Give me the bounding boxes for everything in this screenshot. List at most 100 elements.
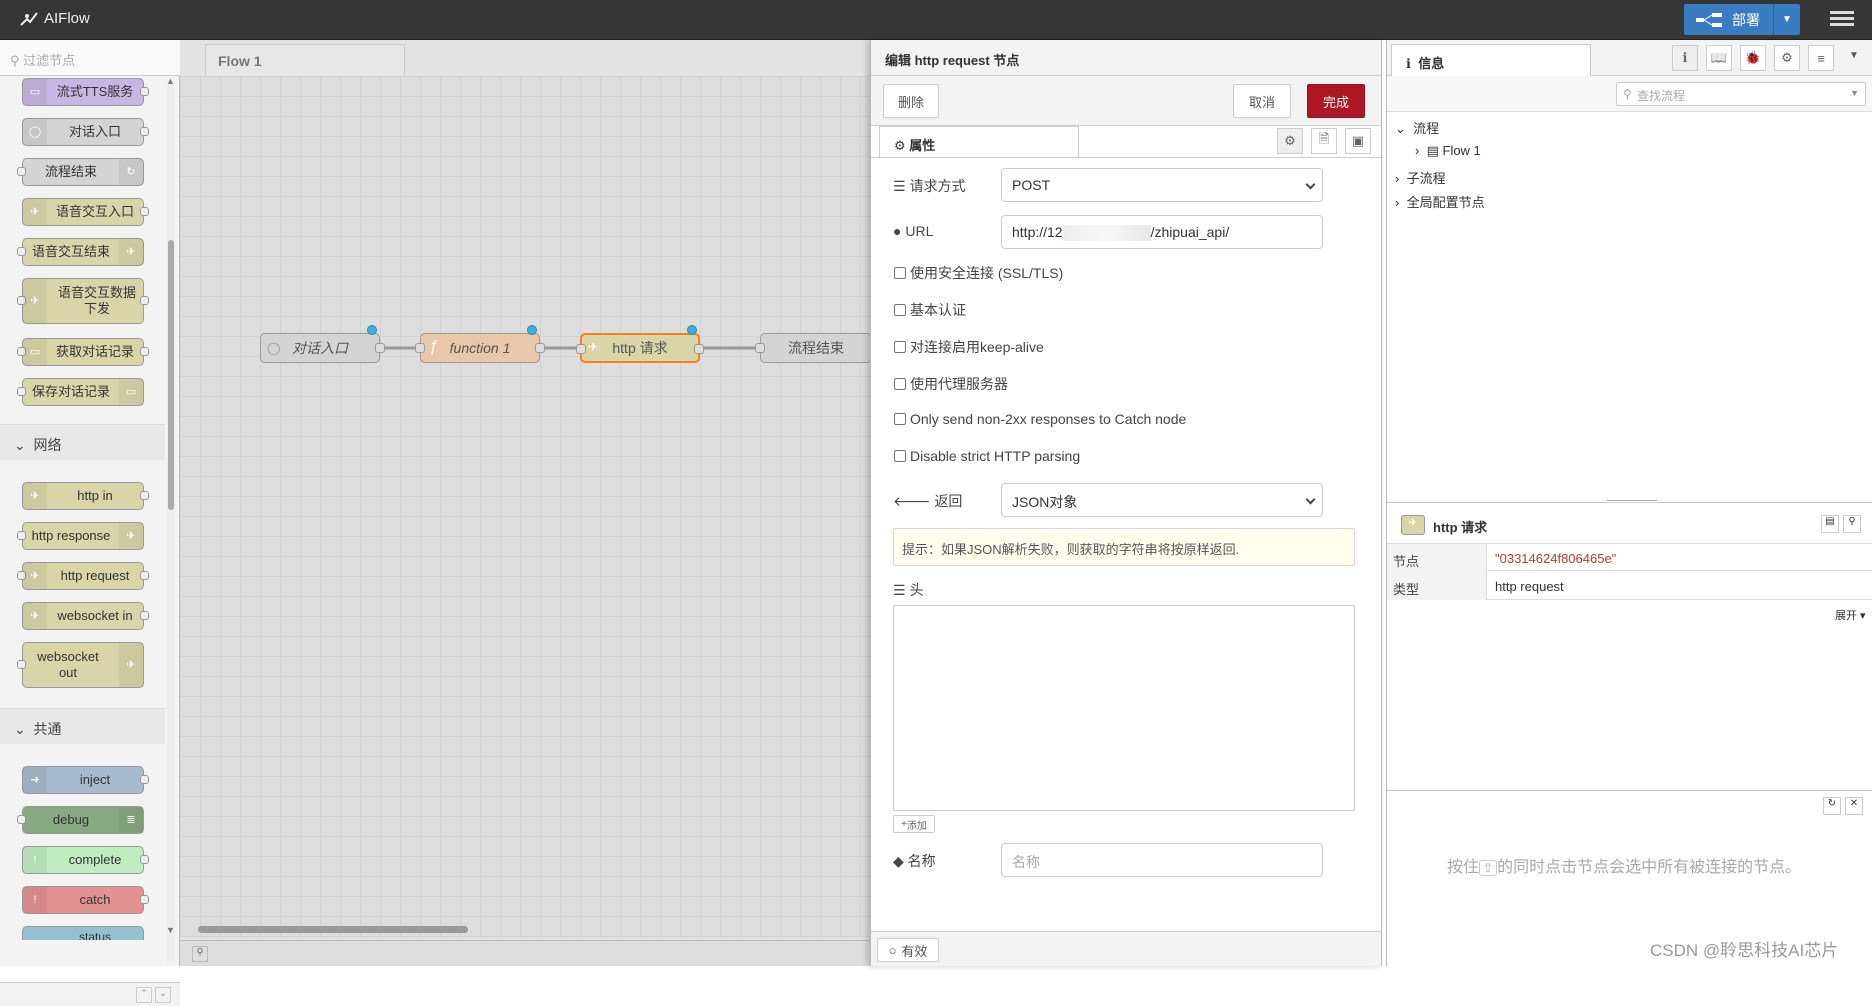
workspace-footer: ⚲ — [180, 940, 870, 966]
web-icon: ✈ — [119, 239, 143, 265]
checkbox-strict-parsing[interactable]: Disable strict HTTP parsing — [894, 448, 1080, 464]
web-icon: ✈ — [23, 199, 47, 225]
select-value: POST — [1012, 177, 1051, 193]
checkbox-tls[interactable]: 使用安全连接 (SSL/TLS) — [894, 263, 1063, 283]
flow-canvas[interactable]: ◯ 对话入口 ƒ function 1 ✈ http 请求 流程结束 — [180, 76, 872, 938]
palette-node-websocket-out[interactable]: websocket out ✈ — [17, 642, 144, 688]
done-button[interactable]: 完成 — [1307, 84, 1365, 118]
flow-node-http-request[interactable]: ✈ http 请求 — [576, 333, 704, 363]
context-data-icon[interactable]: ≡ — [1808, 45, 1834, 71]
return-select[interactable]: JSON对象 — [1001, 483, 1323, 517]
chevron-down-icon — [1305, 494, 1316, 505]
url-input[interactable]: http://12/zhipuai_api/ — [1001, 215, 1323, 249]
checkbox-keep-alive[interactable]: 对连接启用keep-alive — [894, 337, 1044, 357]
palette-node-label: websocket out — [37, 649, 99, 680]
delete-button[interactable]: 删除 — [883, 84, 939, 118]
flow-node-function-1[interactable]: ƒ function 1 — [415, 333, 545, 363]
tab-flow-1[interactable]: Flow 1 — [205, 44, 405, 76]
link-label: 展开 — [1835, 610, 1857, 622]
palette-node-websocket-in[interactable]: ✈ websocket in — [22, 602, 149, 630]
expand-link[interactable]: 展开 ▾ — [1835, 607, 1866, 623]
flow-node-flow-end[interactable]: 流程结束 — [755, 333, 872, 363]
label-text: 头 — [909, 582, 924, 598]
checkbox-proxy[interactable]: 使用代理服务器 — [894, 374, 1008, 394]
refresh-icon[interactable]: ↻ — [1823, 797, 1841, 815]
row-value: "03314624f806465e" — [1495, 551, 1617, 566]
circle-icon: ○ — [888, 942, 897, 958]
tree-flow-1[interactable]: › ▤ Flow 1 — [1415, 143, 1481, 159]
palette-node-complete[interactable]: ! complete — [22, 846, 149, 874]
palette-node-catch[interactable]: ! catch — [22, 886, 149, 914]
help-book-icon[interactable]: 📖 — [1706, 45, 1732, 71]
checkbox-basic-auth[interactable]: 基本认证 — [894, 300, 966, 320]
search-icon: ⚲ — [10, 53, 20, 68]
name-input[interactable]: 名称 — [1001, 843, 1323, 877]
tree-config-nodes[interactable]: › 全局配置节点 — [1395, 192, 1485, 211]
web-icon: ✈ — [119, 523, 143, 549]
palette-node-label: catch — [79, 892, 111, 907]
enabled-toggle[interactable]: ○ 有效 — [877, 938, 939, 962]
palette-node-dialog-entry[interactable]: ◯ 对话入口 — [22, 118, 149, 146]
method-select[interactable]: POST — [1001, 168, 1323, 202]
add-header-button[interactable]: + 添加 — [893, 815, 935, 833]
button-label: 添加 — [906, 820, 927, 832]
palette-node-debug[interactable]: debug ≣ — [17, 806, 144, 834]
palette-filter-input[interactable]: ⚲ 过滤节点 — [0, 40, 180, 76]
debug-bug-icon[interactable]: 🐞 — [1740, 45, 1766, 71]
web-icon: ✈ — [23, 279, 47, 323]
tab-info[interactable]: ℹ 信息 — [1391, 44, 1591, 77]
settings-gear-icon[interactable]: ⚙ — [1277, 128, 1303, 154]
scroll-down-icon[interactable]: ▼ — [166, 925, 175, 935]
circle-icon: ◯ — [267, 341, 281, 355]
scroll-up-icon[interactable]: ▲ — [166, 76, 175, 86]
collapse-all-icon[interactable]: ⌃ — [136, 987, 152, 1003]
deploy-button[interactable]: 部署 ▼ — [1684, 4, 1800, 35]
palette-node-tts[interactable]: ▭ 流式TTS服务 — [22, 78, 149, 106]
palette-node-save-history[interactable]: 保存对话记录 ▭ — [17, 378, 144, 406]
palette-node-flow-end[interactable]: 流程结束 ↻ — [17, 158, 144, 186]
palette-node-voice-entry[interactable]: ✈ 语音交互入口 — [22, 198, 149, 226]
expand-all-icon[interactable]: ⌄ — [155, 987, 171, 1003]
cancel-button[interactable]: 取消 — [1233, 84, 1291, 118]
palette-node-http-response[interactable]: http response ✈ — [17, 522, 144, 550]
palette-node-status[interactable]: status — [22, 926, 144, 940]
palette-node-voice-data[interactable]: ✈ 语音交互数据下发 — [17, 278, 149, 324]
tree-label: Flow 1 — [1442, 143, 1481, 158]
close-icon[interactable]: ✕ — [1845, 797, 1863, 815]
palette-node-http-in[interactable]: ✈ http in — [22, 482, 149, 510]
config-gear-icon[interactable]: ⚙ — [1774, 45, 1800, 71]
appearance-icon[interactable]: ▣ — [1345, 128, 1371, 154]
checkbox-non-2xx[interactable]: Only send non-2xx responses to Catch nod… — [894, 411, 1186, 427]
tree-label: 全局配置节点 — [1406, 195, 1485, 210]
info-tab-icon[interactable]: ℹ — [1672, 45, 1698, 71]
headers-list[interactable] — [893, 605, 1355, 811]
tree-flows[interactable]: ⌄ 流程 — [1395, 118, 1439, 137]
tree-subflows[interactable]: › 子流程 — [1395, 168, 1446, 187]
search-icon[interactable]: ⚲ — [1843, 515, 1861, 533]
canvas-scrollbar-thumb[interactable] — [198, 926, 468, 933]
category-network[interactable]: ⌄ 网络 — [0, 424, 165, 460]
palette-node-label: 对话入口 — [68, 124, 121, 139]
palette-node-get-history[interactable]: ▭ 获取对话记录 — [17, 338, 149, 366]
category-common[interactable]: ⌄ 共通 — [0, 708, 165, 744]
tab-properties[interactable]: ⚙ 属性 — [879, 126, 1079, 158]
chevron-down-icon[interactable]: ▼ — [1849, 50, 1859, 61]
palette-node-label: http in — [77, 488, 113, 503]
flow-icon: ▤ — [1426, 143, 1439, 158]
palette-node-inject[interactable]: ➜ inject — [22, 766, 149, 794]
tab-label: 信息 — [1418, 56, 1445, 71]
help-book-icon[interactable]: ▤ — [1821, 515, 1839, 533]
palette-scrollbar-thumb[interactable] — [168, 240, 174, 510]
category-label: 共通 — [33, 721, 62, 737]
checkbox-label: 使用代理服务器 — [910, 376, 1008, 392]
palette-node-label: websocket in — [57, 608, 133, 623]
main-menu-icon[interactable] — [1830, 8, 1854, 32]
description-icon[interactable]: 🗎 — [1311, 128, 1337, 154]
deploy-dropdown-icon[interactable]: ▼ — [1774, 14, 1800, 25]
flow-search-input[interactable]: ⚲ 查找流程 ▼ — [1616, 82, 1866, 106]
search-icon[interactable]: ⚲ — [192, 946, 208, 962]
palette-node-voice-end[interactable]: 语音交互结束 ✈ — [17, 238, 144, 266]
palette-scrollbar[interactable] — [167, 85, 175, 965]
flow-node-dialog-entry[interactable]: ◯ 对话入口 — [260, 333, 385, 363]
palette-node-http-request[interactable]: ✈ http request — [17, 562, 149, 590]
